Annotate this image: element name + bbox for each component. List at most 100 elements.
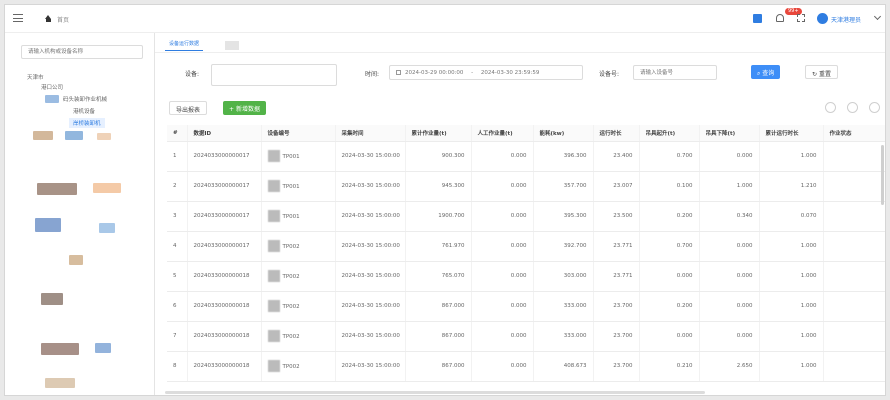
table-cell-status xyxy=(823,351,885,382)
table-cell-time: 2024-03-30 15:00:00 xyxy=(335,291,406,322)
tab-device-data[interactable]: 设备运行数据 xyxy=(165,37,204,51)
table-cell-c6: 0.000 xyxy=(699,141,760,172)
keyword-label: 设备号: xyxy=(599,71,620,78)
refresh-icon[interactable] xyxy=(847,102,858,113)
tree-item-company[interactable]: 港口公司 xyxy=(41,83,63,91)
table-row[interactable]: 5 2024033000000018 TP002 2024-03-30 15:00:0… xyxy=(167,261,885,292)
redacted-block xyxy=(267,210,280,222)
app-window: 首页 99+ 天津港理员 天津市 港口公司 码头装卸作业机械 港机设备 岸桥装卸… xyxy=(4,4,886,396)
username[interactable]: 天津港理员 xyxy=(831,15,861,24)
redacted-block xyxy=(45,95,59,103)
plus-icon: + xyxy=(229,106,236,113)
tree-item-crane[interactable]: 岸桥装卸机 xyxy=(69,118,105,128)
table-row[interactable]: 6 2024033000000018 TP002 2024-03-30 15:00:0… xyxy=(167,291,885,322)
columns-icon[interactable] xyxy=(869,102,880,113)
table-cell-time: 2024-03-30 15:00:00 xyxy=(335,141,406,172)
col-header[interactable]: 人工作业量(t) xyxy=(471,125,534,142)
breadcrumb[interactable]: 首页 xyxy=(57,15,69,24)
table-cell-c5: 0.200 xyxy=(639,291,700,322)
table-row[interactable]: 3 2024033000000017 TP001 2024-03-30 15:00:0… xyxy=(167,201,885,232)
col-header[interactable]: 吊具起升(t) xyxy=(639,125,700,142)
col-header[interactable]: 能耗(kw) xyxy=(533,125,594,142)
chevron-down-icon[interactable] xyxy=(873,12,882,21)
table-cell-c5: 0.700 xyxy=(639,141,700,172)
tab-bar: 设备运行数据 xyxy=(155,33,885,53)
redacted-block xyxy=(99,223,115,233)
add-button[interactable]: + 新增数据 xyxy=(223,101,266,115)
export-button[interactable]: 导出报表 xyxy=(169,101,208,115)
device-code: TP001 xyxy=(282,153,300,160)
export-button-label: 导出报表 xyxy=(176,107,201,114)
table-cell-c2: 0.000 xyxy=(471,351,534,382)
table-cell-id: 2024033000000018 xyxy=(187,291,262,322)
device-no-input[interactable] xyxy=(633,65,717,80)
table-cell-c6: 0.340 xyxy=(699,201,760,232)
table-row[interactable]: 1 2024033000000017 TP001 2024-03-30 15:00:0… xyxy=(167,141,885,172)
table-cell-device: TP001 xyxy=(261,141,336,172)
search-toggle-icon[interactable] xyxy=(825,102,836,113)
device-code: TP002 xyxy=(282,243,300,250)
table-cell-c2: 0.000 xyxy=(471,291,534,322)
tree-item-equipment[interactable]: 港机设备 xyxy=(73,107,95,115)
avatar[interactable] xyxy=(817,13,828,24)
table-cell-c5: 0.000 xyxy=(639,261,700,292)
col-header[interactable]: 采集时间 xyxy=(335,125,406,142)
search-button[interactable]: ⌕ 查询 xyxy=(751,65,781,79)
table-cell-status xyxy=(823,201,885,232)
table-cell-c5: 0.200 xyxy=(639,201,700,232)
table-cell-idx: 4 xyxy=(167,231,188,262)
table-row[interactable]: 4 2024033000000017 TP002 2024-03-30 15:00:0… xyxy=(167,231,885,262)
table-cell-c1: 867.000 xyxy=(405,321,472,352)
table-cell-c6: 1.000 xyxy=(699,171,760,202)
table-cell-device: TP001 xyxy=(261,171,336,202)
table-cell-id: 2024033000000017 xyxy=(187,171,262,202)
reset-button-label: 重置 xyxy=(818,71,831,78)
tree-item-machinery[interactable]: 码头装卸作业机械 xyxy=(63,95,107,103)
redacted-block xyxy=(65,131,83,140)
fullscreen-icon[interactable] xyxy=(797,14,805,22)
table-row[interactable]: 2 2024033000000017 TP001 2024-03-30 15:00:0… xyxy=(167,171,885,202)
table-cell-c1: 867.000 xyxy=(405,291,472,322)
data-table: # 数据ID 设备编号 采集时间 累计作业量(t) 人工作业量(t) 能耗(kw… xyxy=(167,125,885,382)
col-header[interactable]: 设备编号 xyxy=(261,125,336,142)
sidebar-search-input[interactable] xyxy=(21,45,143,59)
table-cell-c2: 0.000 xyxy=(471,231,534,262)
table-cell-c4: 23.771 xyxy=(593,261,640,292)
table-cell-time: 2024-03-30 15:00:00 xyxy=(335,351,406,382)
bell-icon[interactable] xyxy=(776,14,784,22)
time-end: 2024-03-30 23:59:59 xyxy=(480,70,540,76)
table-cell-c7: 1.000 xyxy=(759,351,824,382)
device-select[interactable] xyxy=(211,64,337,86)
col-header[interactable]: 累计运行时长 xyxy=(759,125,824,142)
table-cell-time: 2024-03-30 15:00:00 xyxy=(335,261,406,292)
table-cell-time: 2024-03-30 15:00:00 xyxy=(335,231,406,262)
redacted-block xyxy=(267,270,280,282)
table-cell-idx: 8 xyxy=(167,351,188,382)
layout-icon[interactable] xyxy=(753,14,762,23)
col-header[interactable]: 运行时长 xyxy=(593,125,640,142)
calendar-icon xyxy=(396,70,401,75)
table-cell-c1: 765.070 xyxy=(405,261,472,292)
col-header[interactable]: 作业状态 xyxy=(823,125,885,142)
vertical-scrollbar[interactable] xyxy=(881,145,884,205)
reset-button[interactable]: ↻ 重置 xyxy=(805,65,838,79)
table-cell-c4: 23.700 xyxy=(593,321,640,352)
home-icon[interactable] xyxy=(45,15,51,22)
col-header[interactable]: # xyxy=(167,125,188,142)
table-cell-c1: 761.970 xyxy=(405,231,472,262)
sidebar: 天津市 港口公司 码头装卸作业机械 港机设备 岸桥装卸机 xyxy=(5,33,155,395)
table-row[interactable]: 8 2024033000000018 TP002 2024-03-30 15:00:0… xyxy=(167,351,885,382)
table-row[interactable]: 7 2024033000000018 TP002 2024-03-30 15:00:0… xyxy=(167,321,885,352)
table-cell-c6: 0.000 xyxy=(699,231,760,262)
col-header[interactable]: 累计作业量(t) xyxy=(405,125,472,142)
tree-item-root[interactable]: 天津市 xyxy=(27,73,44,81)
table-cell-c2: 0.000 xyxy=(471,321,534,352)
device-code: TP002 xyxy=(282,303,300,310)
col-header[interactable]: 吊具下降(t) xyxy=(699,125,760,142)
col-header[interactable]: 数据ID xyxy=(187,125,262,142)
device-code: TP002 xyxy=(282,363,300,370)
horizontal-scrollbar[interactable] xyxy=(165,391,705,394)
menu-toggle-icon[interactable] xyxy=(13,14,23,22)
time-range-input[interactable]: 2024-03-29 00:00:00 - 2024-03-30 23:59:5… xyxy=(389,65,583,80)
redacted-block xyxy=(97,133,111,140)
